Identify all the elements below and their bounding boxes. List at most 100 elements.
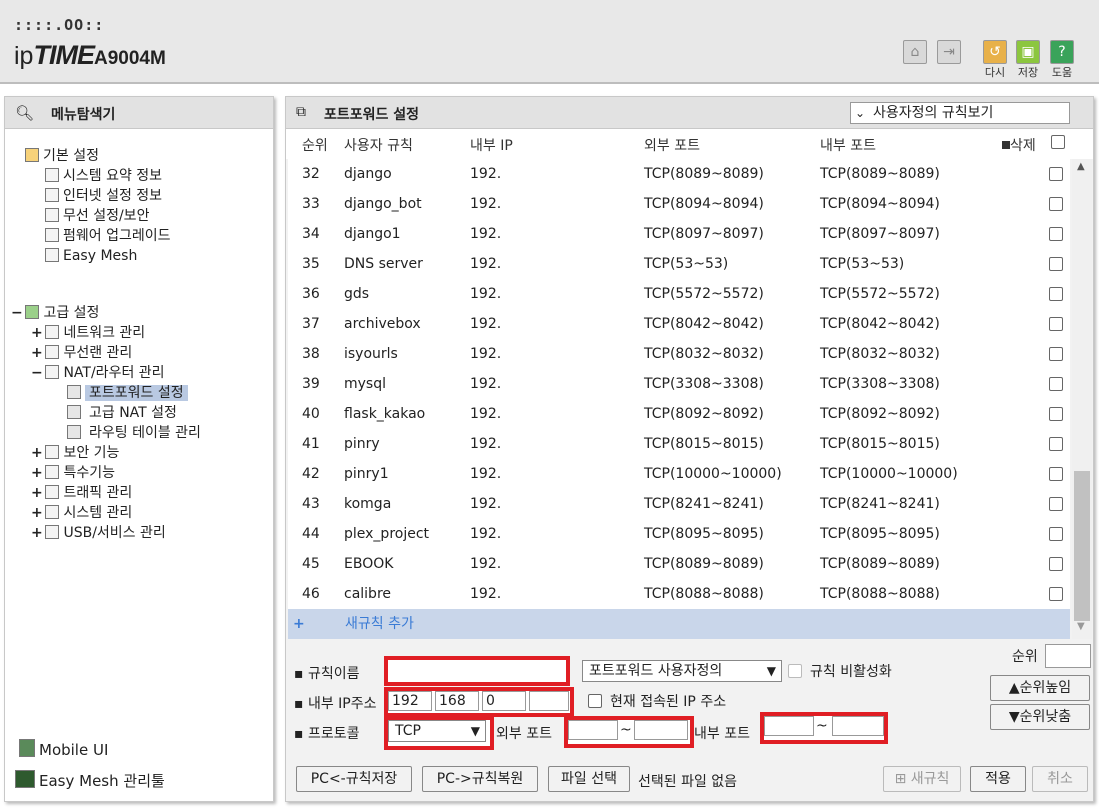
- protocol-select[interactable]: TCP ▼: [388, 720, 486, 742]
- delete-checkbox[interactable]: [1049, 467, 1063, 481]
- expand-icon[interactable]: +: [31, 503, 43, 523]
- expand-icon[interactable]: +: [31, 483, 43, 503]
- cancel-button[interactable]: 취소: [1032, 766, 1088, 792]
- tree-nat-router[interactable]: − NAT/라우터 관리: [31, 363, 165, 383]
- table-row[interactable]: 34 django1 192. TCP(8097~8097) TCP(8097~8097…: [288, 219, 1070, 249]
- expand-icon[interactable]: +: [31, 463, 43, 483]
- delete-checkbox[interactable]: [1049, 167, 1063, 181]
- table-row[interactable]: 36 gds 192. TCP(5572~5572) TCP(5572~5572): [288, 279, 1070, 309]
- current-ip-checkbox[interactable]: [588, 694, 602, 708]
- home-icon[interactable]: ⌂: [903, 40, 927, 64]
- save-icon[interactable]: ▣: [1016, 40, 1040, 64]
- scroll-down-icon[interactable]: ▼: [1077, 621, 1085, 632]
- table-row[interactable]: 44 plex_project 192. TCP(8095~8095) TCP(8095…: [288, 519, 1070, 549]
- internal-ip-cell: 192.: [470, 376, 502, 392]
- tree-special-features[interactable]: + 특수기능: [31, 463, 115, 483]
- scroll-thumb[interactable]: [1074, 471, 1090, 621]
- table-row[interactable]: 32 django 192. TCP(8089~8089) TCP(8089~8089): [288, 159, 1070, 189]
- file-select-button[interactable]: 파일 선택: [548, 766, 630, 792]
- delete-checkbox[interactable]: [1049, 287, 1063, 301]
- delete-checkbox[interactable]: [1049, 227, 1063, 241]
- pc-save-button[interactable]: PC<-규칙저장: [296, 766, 412, 792]
- tree-firmware-upgrade[interactable]: 펌웨어 업그레이드: [45, 226, 171, 246]
- ip-octet-3[interactable]: 0: [482, 691, 526, 711]
- table-row[interactable]: 39 mysql 192. TCP(3308~3308) TCP(3308~3308): [288, 369, 1070, 399]
- tree-advanced-settings[interactable]: − 고급 설정: [11, 303, 99, 323]
- save-label[interactable]: 저장: [1013, 64, 1043, 80]
- ip-octet-2[interactable]: 168: [435, 691, 479, 711]
- tree-wireless-security[interactable]: 무선 설정/보안: [45, 206, 149, 226]
- tree-system-management[interactable]: + 시스템 관리: [31, 503, 132, 523]
- new-rule-button[interactable]: ⊞ 새규칙: [883, 766, 961, 792]
- tree-usb-service[interactable]: + USB/서비스 관리: [31, 523, 166, 543]
- delete-checkbox[interactable]: [1049, 587, 1063, 601]
- tree-advanced-nat[interactable]: 고급 NAT 설정: [67, 403, 177, 423]
- restart-icon[interactable]: ↺: [983, 40, 1007, 64]
- table-scrollbar[interactable]: ▲ ▼: [1072, 159, 1092, 639]
- tree-internet-info[interactable]: 인터넷 설정 정보: [45, 186, 162, 206]
- table-row[interactable]: 41 pinry 192. TCP(8015~8015) TCP(8015~8015): [288, 429, 1070, 459]
- rule-name-cell: archivebox: [344, 316, 421, 332]
- delete-checkbox[interactable]: [1049, 317, 1063, 331]
- tree-basic-settings[interactable]: 기본 설정: [25, 146, 99, 166]
- internal-port-end[interactable]: [832, 716, 884, 736]
- delete-checkbox[interactable]: [1049, 197, 1063, 211]
- expand-icon[interactable]: +: [31, 323, 43, 343]
- delete-checkbox[interactable]: [1049, 497, 1063, 511]
- delete-checkbox[interactable]: [1049, 437, 1063, 451]
- external-port-end[interactable]: [634, 720, 688, 740]
- tree-routing-table[interactable]: 라우팅 테이블 관리: [67, 423, 201, 443]
- mobile-ui-link[interactable]: Mobile UI: [19, 739, 108, 761]
- delete-checkbox[interactable]: [1049, 347, 1063, 361]
- ip-octet-4[interactable]: [529, 691, 569, 711]
- preset-select[interactable]: 포트포워드 사용자정의 ▼: [582, 660, 782, 682]
- rank-input[interactable]: [1045, 644, 1091, 668]
- expand-icon[interactable]: +: [31, 443, 43, 463]
- rank-down-button[interactable]: ▼순위낮춤: [990, 704, 1090, 730]
- delete-checkbox[interactable]: [1049, 557, 1063, 571]
- easy-mesh-tool-link[interactable]: Easy Mesh 관리툴: [15, 770, 165, 792]
- tree-wlan-management[interactable]: + 무선랜 관리: [31, 343, 132, 363]
- delete-checkbox[interactable]: [1049, 407, 1063, 421]
- collapse-icon[interactable]: −: [11, 303, 23, 323]
- rule-name-input[interactable]: [388, 660, 566, 682]
- apply-button[interactable]: 적용: [970, 766, 1026, 792]
- rank-up-button[interactable]: ▲순위높임: [990, 675, 1090, 701]
- pc-restore-button[interactable]: PC->규칙복원: [422, 766, 538, 792]
- port-forward-header: ⧉ 포트포워드 설정 ⌄ 사용자정의 규칙보기: [286, 97, 1093, 129]
- delete-checkbox[interactable]: [1049, 527, 1063, 541]
- tree-traffic[interactable]: + 트래픽 관리: [31, 483, 132, 503]
- expand-icon[interactable]: +: [31, 343, 43, 363]
- logout-icon[interactable]: ⇥: [937, 40, 961, 64]
- delete-checkbox[interactable]: [1049, 377, 1063, 391]
- ip-octet-1[interactable]: 192: [388, 691, 432, 711]
- expand-icon[interactable]: +: [31, 523, 43, 543]
- help-label[interactable]: 도움: [1047, 64, 1077, 80]
- external-port-start[interactable]: [568, 720, 618, 740]
- table-row[interactable]: 38 isyourls 192. TCP(8032~8032) TCP(8032~803…: [288, 339, 1070, 369]
- help-icon[interactable]: ?: [1050, 40, 1074, 64]
- tree-easy-mesh[interactable]: Easy Mesh: [45, 246, 137, 266]
- tree-security[interactable]: + 보안 기능: [31, 443, 119, 463]
- table-row[interactable]: 40 flask_kakao 192. TCP(8092~8092) TCP(8092~…: [288, 399, 1070, 429]
- select-all-checkbox[interactable]: [1051, 135, 1065, 149]
- table-row[interactable]: 37 archivebox 192. TCP(8042~8042) TCP(8042~8…: [288, 309, 1070, 339]
- delete-checkbox[interactable]: [1049, 257, 1063, 271]
- special-icon: [45, 465, 60, 479]
- scroll-up-icon[interactable]: ▲: [1077, 161, 1085, 172]
- restart-label[interactable]: 다시: [980, 64, 1010, 80]
- table-row[interactable]: 35 DNS server 192. TCP(53~53) TCP(53~53): [288, 249, 1070, 279]
- add-rule-row[interactable]: + 새규칙 추가: [288, 609, 1070, 639]
- tree-network-management[interactable]: + 네트워크 관리: [31, 323, 145, 343]
- view-rules-select[interactable]: ⌄ 사용자정의 규칙보기: [850, 102, 1070, 124]
- internal-port-start[interactable]: [764, 716, 814, 736]
- tree-port-forward[interactable]: 포트포워드 설정: [67, 383, 188, 403]
- table-row[interactable]: 42 pinry1 192. TCP(10000~10000) TCP(10000~10…: [288, 459, 1070, 489]
- table-row[interactable]: 33 django_bot 192. TCP(8094~8094) TCP(8094~8…: [288, 189, 1070, 219]
- table-row[interactable]: 45 EBOOK 192. TCP(8089~8089) TCP(8089~8089): [288, 549, 1070, 579]
- table-row[interactable]: 43 komga 192. TCP(8241~8241) TCP(8241~8241): [288, 489, 1070, 519]
- table-row[interactable]: 46 calibre 192. TCP(8088~8088) TCP(8088~8088…: [288, 579, 1070, 609]
- tree-system-summary[interactable]: 시스템 요약 정보: [45, 166, 162, 186]
- disable-rule-checkbox[interactable]: [788, 664, 802, 678]
- collapse-icon[interactable]: −: [31, 363, 43, 383]
